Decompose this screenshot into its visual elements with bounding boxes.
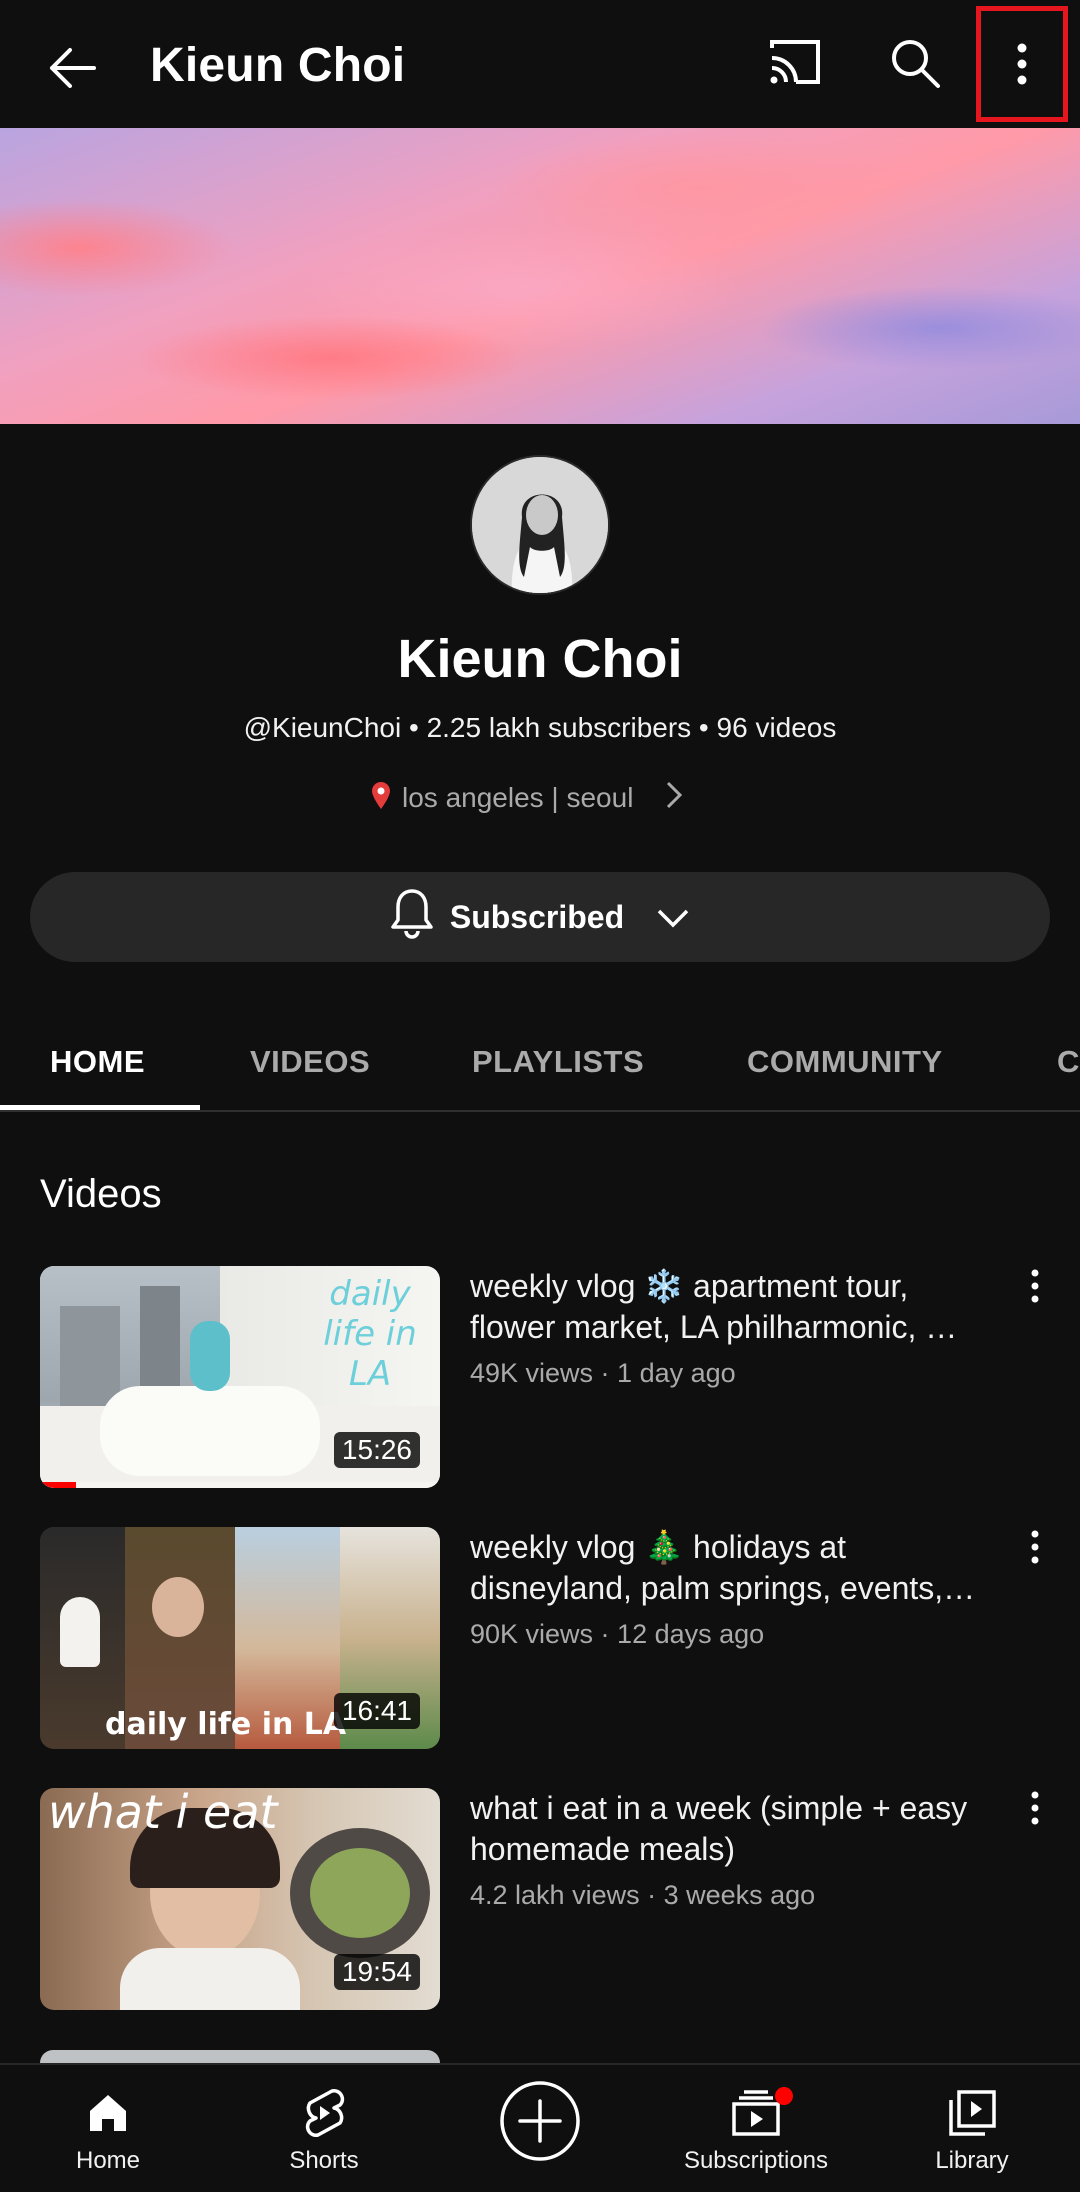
nav-home[interactable]: Home — [0, 2065, 216, 2192]
tab-channels[interactable]: C — [1057, 1012, 1080, 1110]
nav-home-label: Home — [75, 2147, 141, 2174]
create-icon — [498, 2079, 582, 2163]
video-title[interactable]: weekly vlog ❄️ apartment tour, flower ma… — [470, 1266, 990, 1348]
channel-name: Kieun Choi — [397, 629, 683, 689]
chevron-down-icon — [656, 899, 690, 936]
video-duration: 16:41 — [333, 1693, 420, 1729]
thumbnail-caption: daily life in LA — [323, 1274, 417, 1394]
home-icon — [86, 2085, 130, 2141]
library-icon — [947, 2085, 997, 2141]
nav-shorts[interactable]: Shorts — [216, 2065, 432, 2192]
top-app-bar: Kieun Choi — [0, 0, 1080, 128]
bottom-navigation: Home Shorts Subscriptions Library — [0, 2063, 1080, 2192]
video-thumbnail[interactable]: daily life in LA 16:41 — [40, 1527, 440, 1749]
channel-banner — [0, 128, 1080, 424]
video-item[interactable]: daily life in LA 15:26 weekly vlog ❄️ ap… — [40, 1266, 1050, 1488]
more-options-icon[interactable] — [976, 6, 1068, 122]
video-title[interactable]: what i eat in a week (simple + easy home… — [470, 1788, 990, 1870]
video-item[interactable]: daily life in LA 16:41 weekly vlog 🎄 hol… — [40, 1527, 1050, 1749]
pin-icon — [370, 780, 392, 817]
back-arrow-icon[interactable] — [40, 36, 104, 100]
video-thumbnail[interactable]: what i eat 19:54 — [40, 1788, 440, 2010]
subscribed-label: Subscribed — [449, 898, 625, 935]
channel-links[interactable]: los angeles | seoul — [370, 778, 683, 818]
channel-stats: @KieunChoi • 2.25 lakh subscribers • 96 … — [243, 712, 837, 743]
tab-videos[interactable]: VIDEOS — [250, 1012, 370, 1110]
cast-icon[interactable] — [766, 38, 830, 94]
channel-location: los angeles | seoul — [402, 782, 634, 813]
video-duration: 15:26 — [333, 1432, 420, 1468]
video-more-icon[interactable] — [1020, 1529, 1050, 1569]
tab-community[interactable]: COMMUNITY — [747, 1012, 943, 1110]
notification-dot — [775, 2087, 793, 2105]
subscribed-button[interactable]: Subscribed — [30, 872, 1050, 962]
channel-avatar[interactable] — [470, 455, 610, 595]
nav-shorts-label: Shorts — [289, 2147, 359, 2174]
video-item[interactable]: what i eat 19:54 what i eat in a week (s… — [40, 1788, 1050, 2010]
tab-playlists[interactable]: PLAYLISTS — [472, 1012, 644, 1110]
search-icon[interactable] — [888, 36, 952, 100]
tab-home[interactable]: HOME — [50, 1012, 145, 1110]
chevron-right-icon — [665, 780, 683, 817]
bell-icon — [390, 887, 434, 947]
nav-subscriptions[interactable]: Subscriptions — [648, 2065, 864, 2192]
nav-library-label: Library — [935, 2147, 1009, 2174]
video-duration: 19:54 — [333, 1954, 420, 1990]
subscriptions-icon — [731, 2085, 793, 2141]
video-meta: 4.2 lakh views · 3 weeks ago — [470, 1880, 816, 1910]
video-more-icon[interactable] — [1020, 1268, 1050, 1308]
nav-create[interactable] — [432, 2065, 648, 2192]
video-more-icon[interactable] — [1020, 1790, 1050, 1830]
video-title[interactable]: weekly vlog 🎄 holidays at disneyland, pa… — [470, 1527, 990, 1609]
shorts-icon — [302, 2085, 346, 2141]
video-meta: 49K views · 1 day ago — [470, 1358, 736, 1388]
nav-library[interactable]: Library — [864, 2065, 1080, 2192]
video-meta: 90K views · 12 days ago — [470, 1619, 765, 1649]
channel-title: Kieun Choi — [150, 39, 406, 92]
video-thumbnail[interactable] — [40, 2050, 440, 2063]
section-title: Videos — [40, 1172, 162, 1216]
active-tab-indicator — [0, 1105, 200, 1110]
nav-subscriptions-label: Subscriptions — [683, 2147, 829, 2174]
video-thumbnail[interactable]: daily life in LA 15:26 — [40, 1266, 440, 1488]
thumbnail-caption: daily life in LA — [105, 1707, 347, 1742]
channel-tabs: HOME VIDEOS PLAYLISTS COMMUNITY C — [0, 1012, 1080, 1112]
watch-progress-bar — [40, 1482, 440, 1488]
thumbnail-caption: what i eat — [48, 1788, 278, 1839]
